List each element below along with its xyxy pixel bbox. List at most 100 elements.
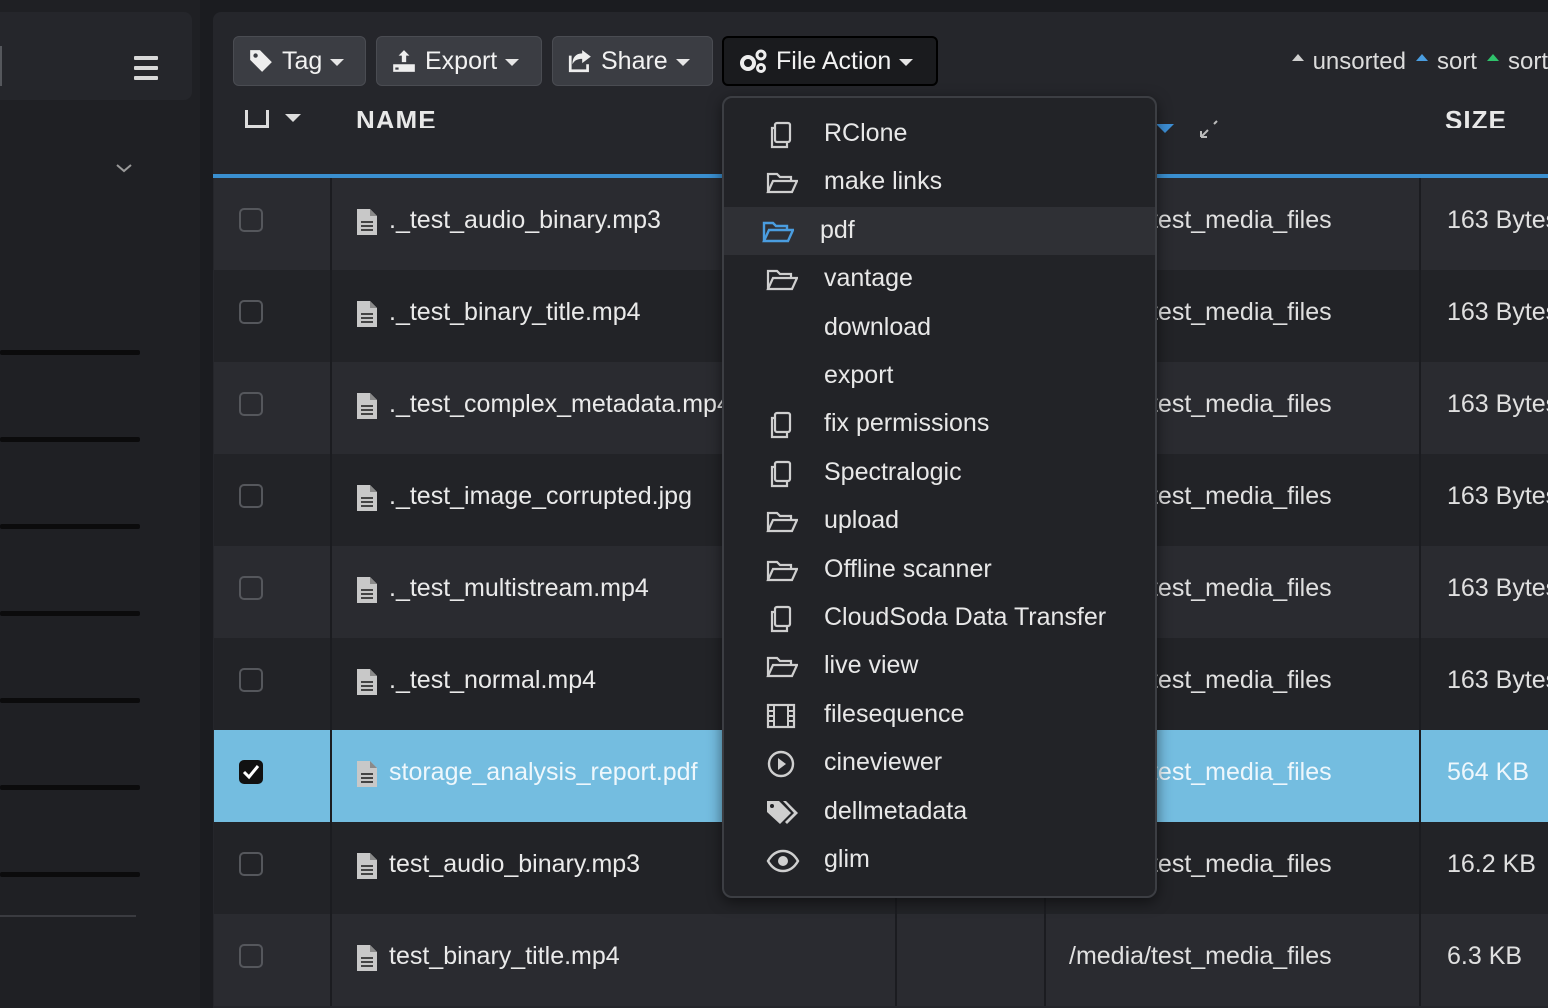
sidebar-item[interactable]: [0, 350, 140, 355]
menu-item[interactable]: pdf: [724, 206, 1155, 255]
file-name[interactable]: ._test_complex_metadata.mp4: [389, 390, 731, 419]
menu-item-label: upload: [824, 506, 900, 535]
menu-item[interactable]: live view: [724, 642, 1155, 690]
menu-item[interactable]: glim: [724, 836, 1155, 884]
menu-item[interactable]: make links: [724, 158, 1155, 206]
check-icon: [242, 765, 260, 780]
menu-item[interactable]: download: [724, 304, 1155, 352]
row-checkbox[interactable]: [239, 668, 263, 692]
file-name[interactable]: ._test_multistream.mp4: [389, 574, 649, 603]
cell-divider: [330, 178, 332, 270]
menu-item-label: dellmetadata: [824, 796, 968, 825]
file-name[interactable]: ._test_image_corrupted.jpg: [389, 482, 692, 511]
cell-divider: [330, 822, 332, 914]
folder-open-icon: [762, 217, 795, 247]
row-checkbox[interactable]: [239, 484, 263, 508]
file-icon: [357, 853, 377, 879]
sidebar-item[interactable]: [0, 785, 140, 790]
hamburger-menu-icon[interactable]: [134, 56, 158, 82]
tags-icon: [766, 798, 798, 828]
file-size: 16.2 KB: [1447, 850, 1536, 878]
file-icon: [357, 209, 377, 235]
menu-item-label: filesequence: [824, 699, 965, 728]
export-button-label: Export: [425, 46, 498, 75]
menu-item-label: fix permissions: [824, 409, 990, 438]
select-menu-caret-icon[interactable]: [285, 114, 301, 122]
cell-divider: [1419, 638, 1421, 730]
file-name[interactable]: test_binary_title.mp4: [389, 942, 620, 971]
menu-item-label: pdf: [820, 215, 855, 244]
cell-divider: [1419, 546, 1421, 638]
select-all-checkbox[interactable]: [245, 110, 269, 128]
file-name[interactable]: test_audio_binary.mp3: [389, 850, 640, 879]
file-size: 163 Bytes: [1447, 666, 1548, 694]
cell-divider: [895, 914, 897, 1006]
tag-button-label: Tag: [282, 46, 323, 75]
folder-open-icon: [766, 652, 799, 682]
sidebar-item[interactable]: [0, 698, 140, 703]
row-checkbox[interactable]: [239, 760, 263, 784]
tag-button[interactable]: Tag: [233, 36, 366, 86]
file-size: 6.3 KB: [1447, 942, 1523, 970]
file-icon: [357, 761, 377, 787]
menu-item[interactable]: export: [724, 352, 1155, 400]
sidebar-item[interactable]: [0, 611, 140, 616]
menu-item-label: live view: [824, 651, 919, 680]
file-name[interactable]: ._test_normal.mp4: [389, 666, 596, 695]
menu-item[interactable]: fix permissions: [724, 400, 1155, 448]
row-checkbox[interactable]: [239, 300, 263, 324]
row-checkbox[interactable]: [239, 852, 263, 876]
export-button[interactable]: Export: [376, 36, 542, 86]
file-name[interactable]: ._test_audio_binary.mp3: [389, 206, 661, 235]
row-checkbox[interactable]: [239, 392, 263, 416]
menu-item[interactable]: filesequence: [724, 691, 1155, 739]
menu-item[interactable]: CloudSoda Data Transfer: [724, 594, 1155, 642]
row-checkbox[interactable]: [239, 208, 263, 232]
column-header-size[interactable]: SIZE: [1445, 108, 1507, 128]
file-icon: [357, 393, 377, 419]
sidebar-item[interactable]: [0, 524, 140, 529]
row-checkbox[interactable]: [239, 576, 263, 600]
cell-divider: [330, 454, 332, 546]
menu-item-label: glim: [824, 845, 870, 873]
column-header-name[interactable]: NAME: [356, 108, 437, 128]
file-action-button-label: File Action: [776, 46, 892, 75]
copy-icon: [766, 410, 796, 440]
file-icon: [357, 485, 377, 511]
cell-divider: [1419, 178, 1421, 270]
sort-unsorted[interactable]: unsorted: [1313, 48, 1406, 76]
caret-down-icon: [675, 58, 690, 66]
sort-option[interactable]: sort: [1508, 48, 1548, 76]
cell-divider: [1044, 914, 1046, 1006]
menu-item[interactable]: Spectralogic: [724, 449, 1155, 497]
menu-item-label: CloudSoda Data Transfer: [824, 603, 1107, 631]
sort-arrow-icon: [1415, 53, 1428, 61]
sort-option[interactable]: sort: [1437, 48, 1477, 76]
expand-icon[interactable]: [1198, 118, 1220, 140]
share-button-label: Share: [601, 46, 668, 75]
share-button[interactable]: Share: [552, 36, 713, 86]
menu-item[interactable]: dellmetadata: [724, 788, 1155, 836]
menu-item[interactable]: vantage: [724, 255, 1155, 303]
table-row[interactable]: test_binary_title.mp4/media/test_media_f…: [214, 914, 1548, 1006]
sidebar-item[interactable]: [0, 437, 140, 442]
file-name[interactable]: storage_analysis_report.pdf: [389, 758, 698, 787]
toolbar: Tag Export Share File Action unsorted so…: [213, 12, 1548, 104]
file-action-button[interactable]: File Action: [722, 36, 938, 86]
folder-open-icon: [766, 507, 799, 537]
caret-down-icon: [899, 58, 914, 66]
sidebar: [0, 0, 200, 1008]
menu-item[interactable]: cineviewer: [724, 739, 1155, 787]
menu-item[interactable]: upload: [724, 497, 1155, 545]
file-name[interactable]: ._test_binary_title.mp4: [389, 298, 641, 327]
menu-item[interactable]: Offline scanner: [724, 546, 1155, 594]
menu-item-label: Spectralogic: [824, 457, 962, 486]
sort-arrow-icon: [1291, 53, 1304, 61]
menu-item[interactable]: RClone: [724, 110, 1155, 158]
sort-desc-icon[interactable]: [1156, 124, 1174, 133]
chevron-down-icon[interactable]: [114, 158, 134, 178]
row-checkbox[interactable]: [239, 944, 263, 968]
cell-divider: [330, 914, 332, 1006]
sort-controls: unsorted sort sort: [1291, 48, 1548, 76]
sidebar-item[interactable]: [0, 872, 140, 877]
